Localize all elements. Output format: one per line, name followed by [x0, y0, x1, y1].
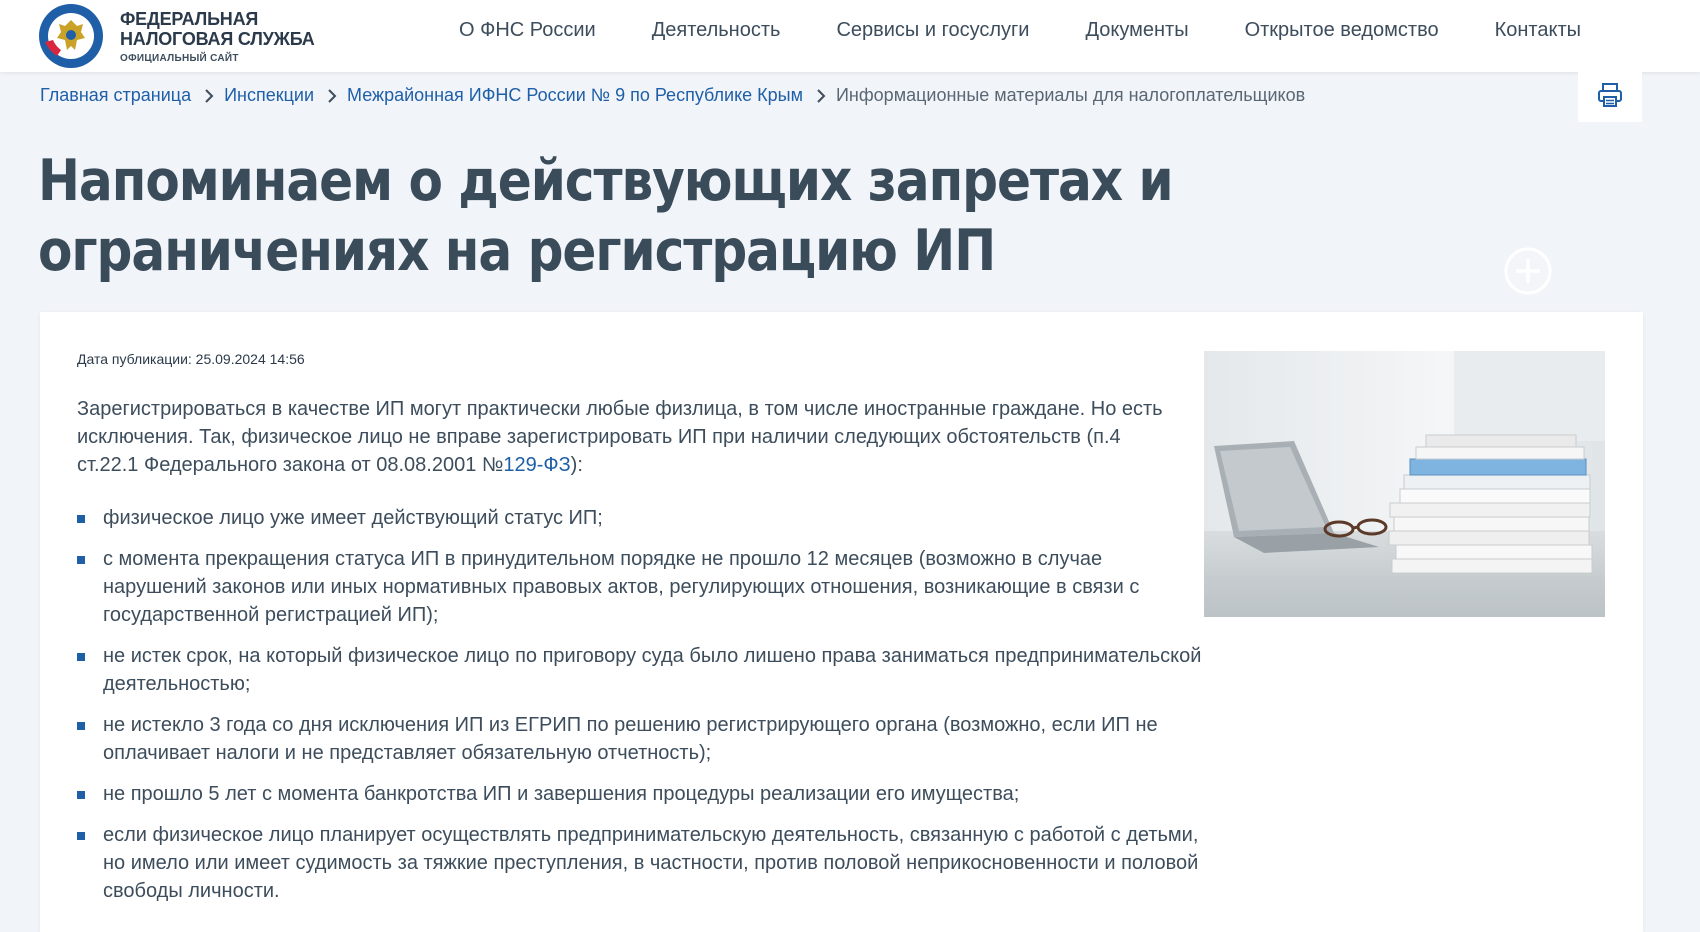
bullet-icon — [77, 722, 85, 730]
nav-item-open-agency[interactable]: Открытое ведомство — [1245, 19, 1439, 42]
breadcrumb: Главная страница Инспекции Межрайонная И… — [40, 85, 1305, 106]
chevron-right-icon — [199, 86, 219, 106]
list-item: если физическое лицо планирует осуществл… — [77, 821, 1207, 905]
restrictions-list: физическое лицо уже имеет действующий ст… — [77, 504, 1207, 918]
print-button[interactable] — [1578, 72, 1642, 122]
list-item-text: физическое лицо уже имеет действующий ст… — [103, 507, 603, 529]
page-title: Напоминаем о действующих запретах и огра… — [38, 148, 1174, 284]
chevron-right-icon — [322, 86, 342, 106]
list-item-text: не истек срок, на который физическое лиц… — [103, 645, 1202, 695]
list-item-text: с момента прекращения статуса ИП в прину… — [103, 548, 1140, 626]
nav-item-activity[interactable]: Деятельность — [652, 19, 781, 42]
breadcrumb-current: Информационные материалы для налогоплате… — [835, 85, 1306, 105]
logo-line-2: НАЛОГОВАЯ СЛУЖБА — [120, 29, 315, 49]
chevron-right-icon — [811, 86, 831, 106]
list-item: не прошло 5 лет с момента банкротства ИП… — [77, 780, 1207, 808]
list-item-text: не истекло 3 года со дня исключения ИП и… — [103, 714, 1158, 764]
breadcrumb-inspection-9[interactable]: Межрайонная ИФНС России № 9 по Республик… — [347, 85, 803, 106]
zoom-plus-icon[interactable] — [1502, 245, 1554, 297]
list-item-text: если физическое лицо планирует осуществл… — [103, 824, 1199, 902]
list-item: не истек срок, на который физическое лиц… — [77, 642, 1207, 698]
article-intro: Зарегистрироваться в качестве ИП могут п… — [77, 395, 1167, 479]
list-item: физическое лицо уже имеет действующий ст… — [77, 504, 1207, 532]
logo-line-1: ФЕДЕРАЛЬНАЯ — [120, 9, 259, 29]
fns-emblem-icon[interactable] — [37, 2, 105, 70]
list-item-text: не прошло 5 лет с момента банкротства ИП… — [103, 783, 1020, 805]
print-icon — [1596, 81, 1624, 114]
bullet-icon — [77, 791, 85, 799]
main-nav: О ФНС России Деятельность Сервисы и госу… — [459, 19, 1581, 42]
logo-text[interactable]: ФЕДЕРАЛЬНАЯ НАЛОГОВАЯ СЛУЖБА ОФИЦИАЛЬНЫЙ… — [120, 9, 315, 64]
intro-text: Зарегистрироваться в качестве ИП могут п… — [77, 398, 1163, 476]
breadcrumb-inspections[interactable]: Инспекции — [224, 85, 314, 106]
nav-item-services[interactable]: Сервисы и госуслуги — [836, 19, 1029, 42]
nav-item-about[interactable]: О ФНС России — [459, 19, 596, 42]
article-image[interactable] — [1204, 351, 1605, 617]
bullet-icon — [77, 653, 85, 661]
list-item: не истекло 3 года со дня исключения ИП и… — [77, 711, 1207, 767]
site-header: ФЕДЕРАЛЬНАЯ НАЛОГОВАЯ СЛУЖБА ОФИЦИАЛЬНЫЙ… — [0, 0, 1700, 72]
law-link[interactable]: 129-ФЗ — [503, 454, 570, 476]
nav-item-contacts[interactable]: Контакты — [1495, 19, 1581, 42]
list-item: с момента прекращения статуса ИП в прину… — [77, 545, 1207, 629]
breadcrumb-home[interactable]: Главная страница — [40, 85, 191, 106]
bullet-icon — [77, 515, 85, 523]
logo-subtitle: ОФИЦИАЛЬНЫЙ САЙТ — [120, 53, 239, 64]
bullet-icon — [77, 832, 85, 840]
bullet-icon — [77, 556, 85, 564]
article-card: Дата публикации: 25.09.2024 14:56 Зареги… — [40, 312, 1643, 932]
intro-text-end: ): — [570, 454, 583, 476]
publication-date: Дата публикации: 25.09.2024 14:56 — [77, 351, 305, 367]
nav-item-documents[interactable]: Документы — [1085, 19, 1188, 42]
